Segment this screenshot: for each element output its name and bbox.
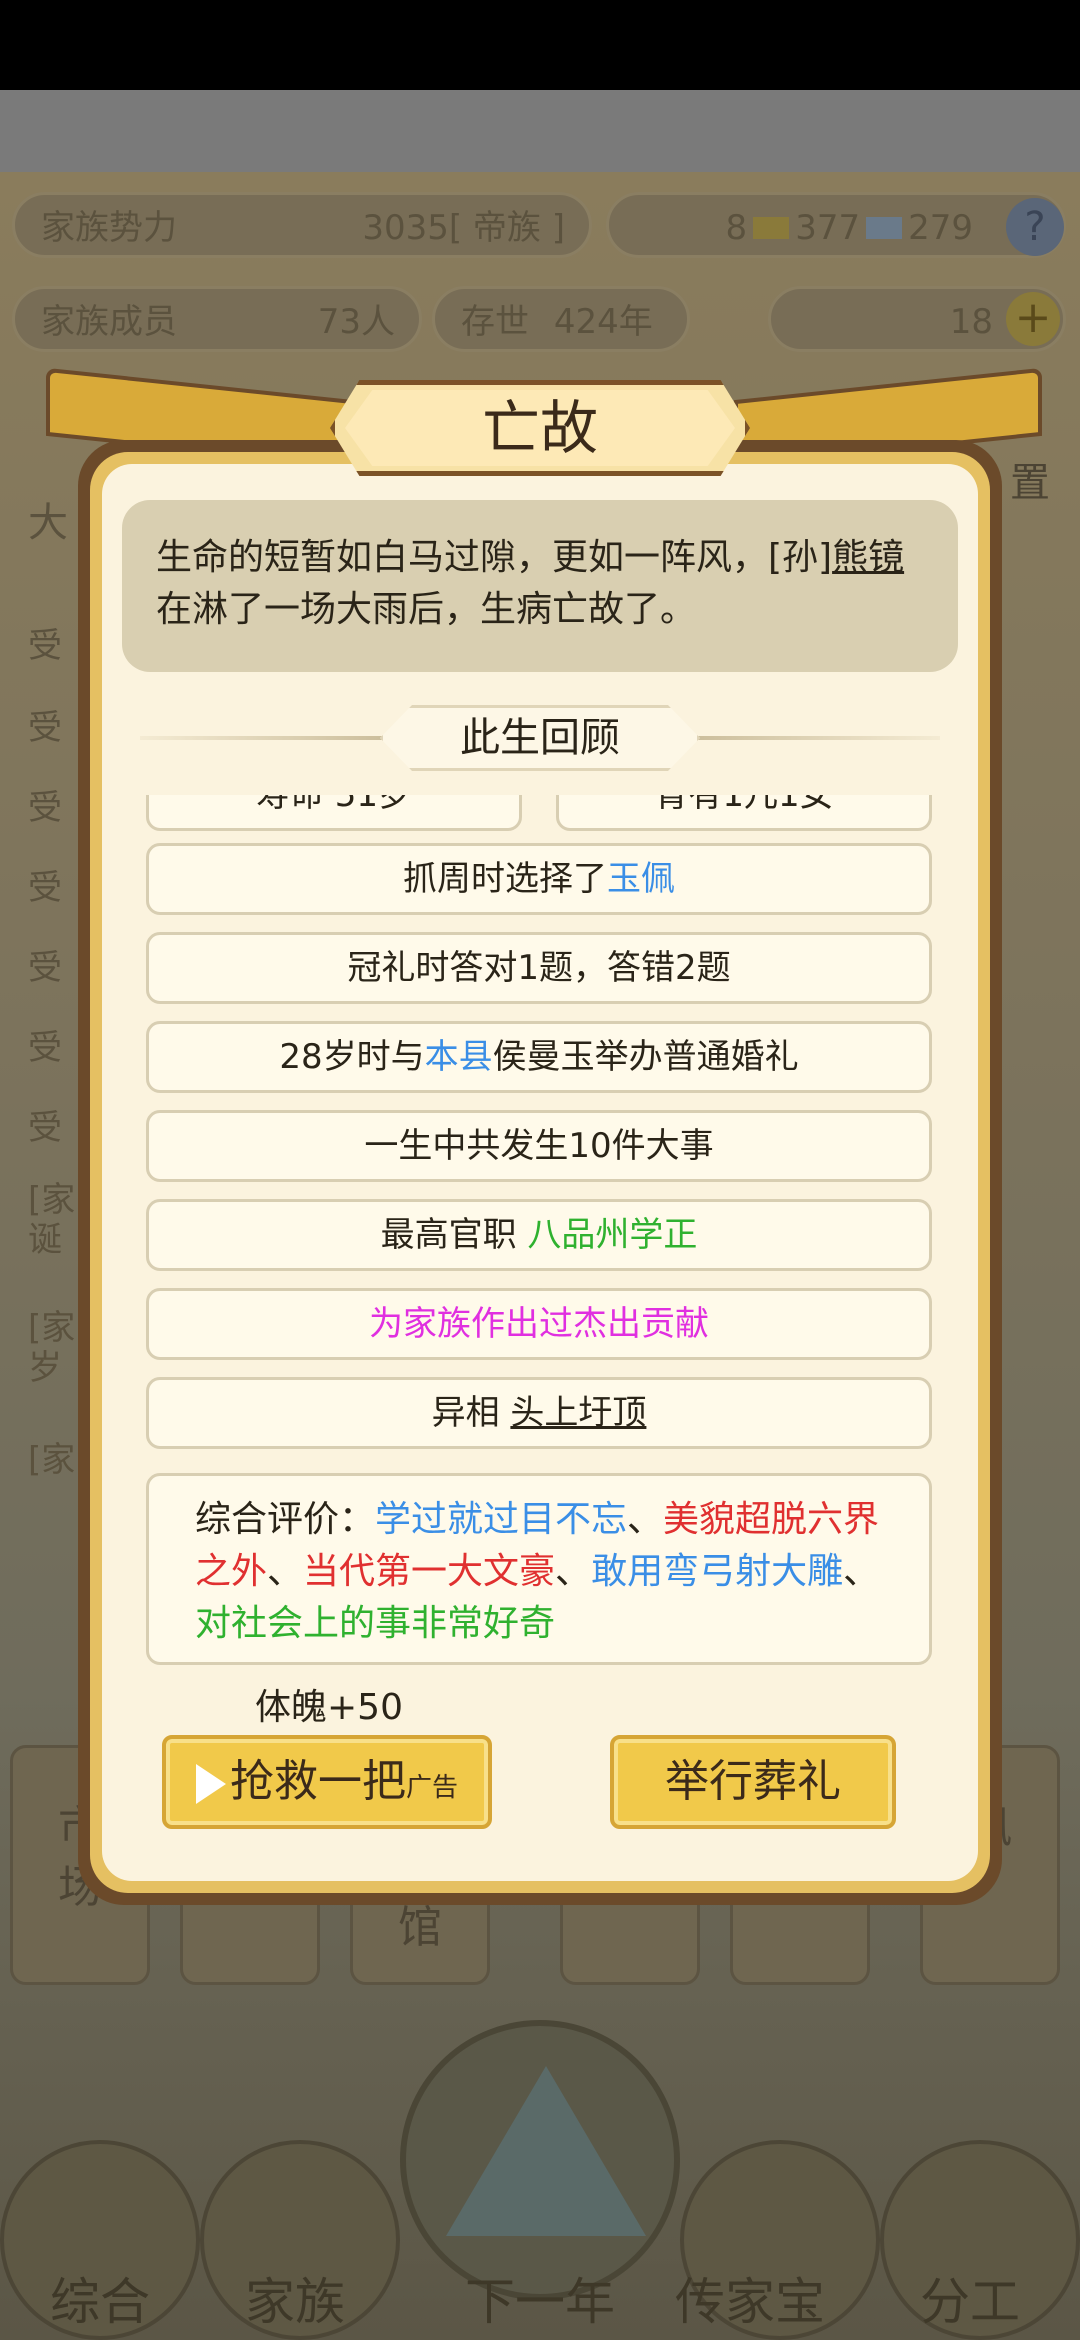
- trait-separator: 、: [843, 1551, 880, 1592]
- review-item-capping: 冠礼时答对1题，答错2题: [146, 932, 932, 1004]
- members-value: 73人: [317, 302, 395, 342]
- app-top-bar: [0, 90, 1080, 172]
- children-row: 育有1儿1女: [556, 795, 932, 831]
- play-ad-icon: [195, 1764, 226, 1804]
- rescue-label: 抢救一把: [229, 1756, 406, 1807]
- marriage-place: 本县: [424, 1037, 493, 1077]
- next-year-button[interactable]: [400, 2020, 680, 2300]
- mountain-icon: [446, 2066, 646, 2236]
- review-item-omen: 异相 头上圩顶: [146, 1377, 932, 1449]
- silver-bar-icon: [866, 217, 903, 239]
- trait-separator: 、: [267, 1551, 304, 1592]
- add-gold-icon[interactable]: +: [1006, 292, 1060, 346]
- clan-power-pill: 家族势力 3035[ 帝族 ]: [12, 192, 592, 258]
- trait-separator: 、: [627, 1499, 664, 1540]
- log-entry-1: 受: [28, 626, 62, 666]
- settings-label: 置: [1010, 460, 1050, 506]
- resource-ingot: 8: [725, 208, 748, 248]
- log-entry-10: [家: [28, 1440, 76, 1480]
- nav-heirloom-label: 传家宝: [675, 2273, 825, 2331]
- section-divider-left: [140, 736, 400, 740]
- log-entry-3: 受: [28, 788, 62, 828]
- ad-badge: 广告: [405, 1773, 458, 1803]
- resource-coin: 279: [908, 208, 973, 248]
- dialog-title: 亡故: [481, 394, 598, 462]
- omen-label: 异相: [431, 1393, 500, 1433]
- log-entry-2: 受: [28, 708, 62, 748]
- lifespan-row: 寿命 51岁: [146, 795, 522, 831]
- members-label: 家族成员: [41, 302, 177, 342]
- trait-5: 对社会上的事非常好奇: [195, 1603, 556, 1644]
- omen-value[interactable]: 头上圩顶: [510, 1393, 646, 1433]
- status-bar: [0, 0, 1080, 90]
- trait-separator: 、: [555, 1551, 592, 1592]
- log-entry-4: 受: [28, 868, 62, 908]
- bonus-text: 体魄+50: [255, 1687, 403, 1728]
- gold-value: 18: [949, 302, 993, 342]
- message-prefix: 生命的短暂如白马过隙，更如一阵风，[孙]: [156, 537, 833, 578]
- members-pill: 家族成员 73人: [12, 286, 422, 352]
- log-entry-9: [家 岁: [28, 1308, 76, 1388]
- message-suffix: 在淋了一场大雨后，生病亡故了。: [156, 589, 697, 630]
- deceased-name-link[interactable]: 熊镜: [832, 537, 904, 578]
- hold-funeral-button[interactable]: 举行葬礼: [610, 1735, 896, 1829]
- section-title: 此生回顾: [460, 715, 620, 761]
- evaluation-label: 综合评价：: [195, 1499, 376, 1540]
- resource-silver: 377: [795, 208, 861, 248]
- clan-rank: [ 帝族 ]: [448, 208, 565, 248]
- log-entry-6: 受: [28, 1028, 62, 1068]
- side-tab-1: 大: [28, 500, 68, 546]
- review-item-events: 一生中共发生10件大事: [146, 1110, 932, 1182]
- age-pill: 存世 424年: [432, 286, 690, 352]
- life-review-list[interactable]: 寿命 51岁 育有1儿1女 抓周时选择了玉佩 冠礼时答对1题，答错2题 28岁时…: [140, 795, 940, 1675]
- marriage-pre: 28岁时与: [279, 1037, 425, 1077]
- nav-next-year-label: 下一年: [465, 2273, 615, 2331]
- overall-evaluation: 综合评价：学过就过目不忘、美貌超脱六界之外、当代第一大文豪、敢用弯弓射大雕、对社…: [146, 1473, 932, 1665]
- office-value: 八品州学正: [527, 1215, 698, 1255]
- marriage-post: 侯曼玉举办普通婚礼: [492, 1037, 799, 1077]
- log-entry-8: [家 诞: [28, 1180, 76, 1260]
- clan-power-value: 3035: [362, 208, 449, 248]
- gold-bar-icon: [753, 217, 790, 239]
- trait-3: 当代第一大文豪: [303, 1551, 556, 1592]
- death-message: 生命的短暂如白马过隙，更如一阵风，[孙]熊镜在淋了一场大雨后，生病亡故了。: [122, 500, 958, 672]
- age-value: 424年: [553, 302, 653, 342]
- nav-division-label: 分工: [920, 2273, 1020, 2331]
- resources-pill: 8 377 279: [606, 192, 1066, 258]
- funeral-label: 举行葬礼: [665, 1756, 841, 1807]
- log-entry-5: 受: [28, 948, 62, 988]
- log-entry-7: 受: [28, 1108, 62, 1148]
- office-label: 最高官职: [380, 1215, 517, 1255]
- nav-clan-label: 家族: [245, 2273, 345, 2331]
- section-divider-right: [680, 736, 940, 740]
- rescue-button[interactable]: 抢救一把广告: [162, 1735, 492, 1829]
- review-item-marriage: 28岁时与本县侯曼玉举办普通婚礼: [146, 1021, 932, 1093]
- nav-overview-label: 综合: [50, 2273, 150, 2331]
- review-item-zhuazhou: 抓周时选择了玉佩: [146, 843, 932, 915]
- zhuazhou-text: 抓周时选择了: [403, 859, 607, 899]
- zhuazhou-choice: 玉佩: [607, 859, 675, 899]
- clan-power-label: 家族势力: [41, 208, 177, 248]
- review-item-office: 最高官职 八品州学正: [146, 1199, 932, 1271]
- age-label: 存世: [461, 302, 529, 342]
- review-item-contribution: 为家族作出过杰出贡献: [146, 1288, 932, 1360]
- trait-1: 学过就过目不忘: [375, 1499, 628, 1540]
- help-icon[interactable]: ?: [1006, 198, 1064, 256]
- trait-4: 敢用弯弓射大雕: [591, 1551, 844, 1592]
